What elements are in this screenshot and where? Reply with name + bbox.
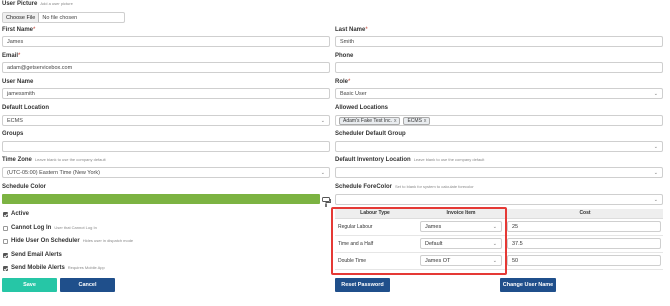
user-picture-hint: Add a user picture	[40, 1, 73, 6]
hide-user-on-scheduler-label: Hide User On Scheduler Hides user in disp…	[11, 238, 134, 244]
cost-input[interactable]: 50	[507, 255, 661, 266]
first-name-label: First Name*	[2, 27, 36, 33]
phone-label: Phone	[335, 53, 354, 59]
schedule-forecolor-select[interactable]: ⌄	[335, 194, 663, 205]
allowed-location-tag[interactable]: ECMS x	[403, 116, 431, 125]
active-checkbox[interactable]	[3, 212, 8, 217]
user-name-input[interactable]: jamessmith	[2, 88, 330, 99]
hide-user-on-scheduler-checkbox[interactable]	[3, 239, 8, 244]
chevron-down-icon: ⌄	[653, 144, 658, 150]
color-picker-icon[interactable]	[322, 194, 331, 207]
send-mobile-alerts-label: Send Mobile Alerts Requires Mobile App	[11, 265, 105, 271]
remove-tag-icon[interactable]: x	[394, 118, 397, 124]
chevron-down-icon: ⌄	[653, 197, 658, 203]
groups-input[interactable]	[2, 141, 330, 152]
allowed-location-tag[interactable]: Adam's Fake Test Inc. x	[339, 116, 401, 125]
time-zone-selected-value: (UTC-05:00) Eastern Time (New York)	[7, 169, 100, 176]
chevron-down-icon: ⌄	[653, 170, 658, 176]
send-mobile-alerts-checkbox[interactable]	[3, 266, 8, 271]
cannot-log-in-label: Cannot Log In User that Cannot Log In	[11, 225, 97, 231]
default-inventory-location-select[interactable]: ⌄	[335, 167, 663, 178]
cannot-log-in-checkbox[interactable]	[3, 226, 8, 231]
time-zone-label: Time Zone Leave blank to use the company …	[2, 157, 106, 163]
cost-header: Cost	[507, 209, 663, 219]
chevron-down-icon: ⌄	[320, 118, 325, 124]
last-name-label: Last Name*	[335, 27, 368, 33]
default-inventory-location-label: Default Inventory Location Leave blank to…	[335, 157, 485, 163]
save-button[interactable]: Save	[2, 278, 57, 292]
highlight-box	[331, 207, 507, 275]
file-status-text: No file chosen	[42, 14, 78, 21]
chevron-down-icon: ⌄	[653, 91, 658, 97]
last-name-input[interactable]: Smith	[335, 36, 663, 47]
scheduler-default-group-select[interactable]: ⌄	[335, 141, 663, 152]
active-label: Active	[11, 211, 30, 217]
user-name-label: User Name	[2, 79, 34, 85]
cost-input[interactable]: 37.5	[507, 238, 661, 249]
scheduler-default-group-label: Scheduler Default Group	[335, 131, 406, 137]
schedule-color-swatch[interactable]	[2, 194, 320, 204]
first-name-input[interactable]: James	[2, 36, 330, 47]
phone-input[interactable]	[335, 62, 663, 73]
email-input[interactable]: adam@getservicebox.com	[2, 62, 330, 73]
cost-input[interactable]: 25	[507, 221, 661, 232]
role-select[interactable]: Basic User ⌄	[335, 88, 663, 99]
chevron-down-icon: ⌄	[320, 170, 325, 176]
schedule-color-label: Schedule Color	[2, 184, 47, 190]
remove-tag-icon[interactable]: x	[424, 118, 427, 124]
allowed-locations-label: Allowed Locations	[335, 105, 389, 111]
choose-file-button[interactable]: Choose File	[3, 13, 40, 22]
allowed-locations-multiselect[interactable]: Adam's Fake Test Inc. x ECMS x	[335, 115, 663, 126]
user-picture-label: User Picture Add a user picture	[2, 1, 73, 7]
reset-password-button[interactable]: Reset Password	[335, 278, 390, 292]
send-email-alerts-label: Send Email Alerts	[11, 252, 62, 258]
schedule-forecolor-label: Schedule ForeColor Set to blank for syste…	[335, 184, 474, 190]
default-location-select[interactable]: ECMS ⌄	[2, 115, 330, 126]
email-label: Email*	[2, 53, 21, 59]
time-zone-select[interactable]: (UTC-05:00) Eastern Time (New York) ⌄	[2, 167, 330, 178]
cancel-button[interactable]: Cancel	[60, 278, 115, 292]
role-label: Role*	[335, 79, 351, 85]
default-location-label: Default Location	[2, 105, 50, 111]
default-location-selected-value: ECMS	[7, 117, 23, 124]
send-email-alerts-checkbox[interactable]	[3, 253, 8, 258]
change-user-name-button[interactable]: Change User Name	[500, 278, 556, 292]
groups-label: Groups	[2, 131, 24, 137]
user-picture-file-input[interactable]: Choose File No file chosen	[2, 12, 125, 23]
role-selected-value: Basic User	[340, 90, 367, 97]
